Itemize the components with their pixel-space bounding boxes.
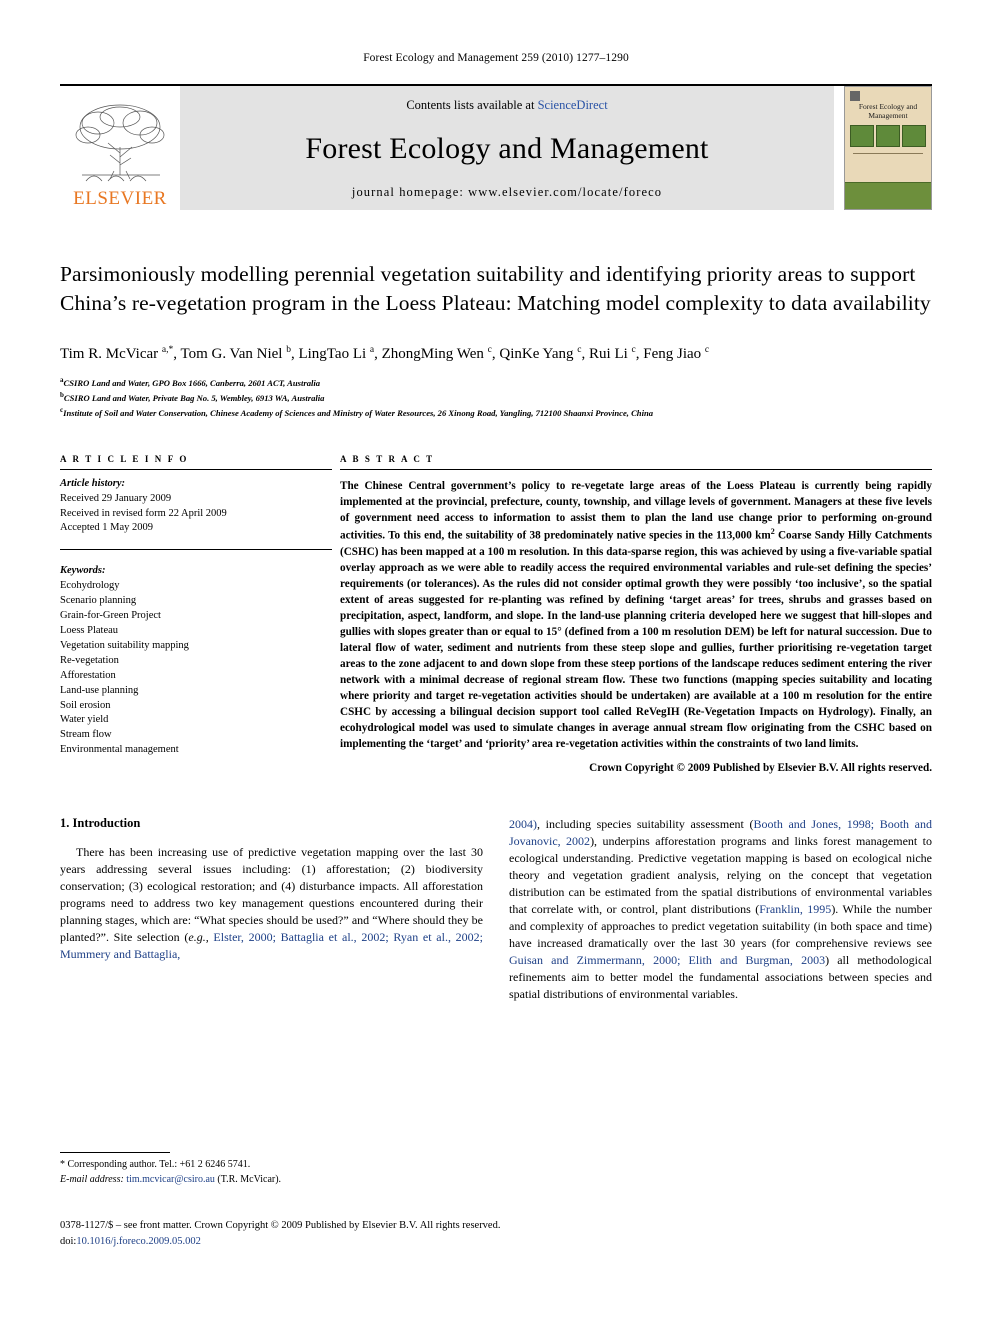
body-columns: 1. Introduction There has been increasin… (60, 816, 932, 1003)
affiliation-list: aCSIRO Land and Water, GPO Box 1666, Can… (60, 375, 932, 419)
cover-title: Forest Ecology and Management (858, 102, 918, 120)
page-title: Parsimoniously modelling perennial veget… (60, 262, 931, 316)
eg-abbrev: e.g., (188, 929, 209, 944)
doi-label: doi: (60, 1235, 77, 1247)
keyword-item: Grain-for-Green Project (60, 610, 161, 622)
keyword-item: Ecohydrology (60, 580, 120, 592)
intro-text-right-a: , including species suitability assessme… (537, 816, 754, 831)
keyword-item: Afforestation (60, 669, 116, 681)
journal-masthead: ELSEVIER Contents lists available at Sci… (60, 84, 932, 210)
running-head: Forest Ecology and Management 259 (2010)… (363, 52, 629, 64)
email-suffix: (T.R. McVicar). (214, 1173, 282, 1185)
affiliation-text: CSIRO Land and Water, Private Bag No. 5,… (63, 393, 325, 404)
keyword-item: Soil erosion (60, 699, 111, 711)
affiliation-text: Institute of Soil and Water Conservation… (63, 407, 654, 418)
keyword-item: Stream flow (60, 729, 112, 741)
sciencedirect-link[interactable]: ScienceDirect (538, 98, 608, 112)
journal-homepage-link[interactable]: journal homepage: www.elsevier.com/locat… (352, 185, 662, 200)
abstract-copyright: Crown Copyright © 2009 Published by Else… (589, 761, 932, 774)
section-heading-introduction: 1. Introduction (60, 815, 141, 830)
abstract-column: A B S T R A C T The Chinese Central gove… (340, 454, 932, 774)
affiliation-a: aCSIRO Land and Water, GPO Box 1666, Can… (60, 376, 321, 389)
abstract-part-2: Coarse Sandy Hilly Catchments (CSHC) has… (340, 529, 932, 750)
masthead-center: Contents lists available at ScienceDirec… (180, 86, 834, 210)
doi-link[interactable]: 10.1016/j.foreco.2009.05.002 (76, 1236, 201, 1247)
email-link[interactable]: tim.mcvicar@csiro.au (126, 1174, 215, 1185)
article-page: Forest Ecology and Management 259 (2010)… (0, 0, 992, 1323)
intro-paragraph-right: 2004), including species suitability ass… (509, 816, 932, 1003)
journal-cover-thumbnail: Forest Ecology and Management (844, 86, 932, 210)
front-matter-line: 0378-1127/$ – see front matter. Crown Co… (60, 1220, 501, 1231)
affiliation-text: CSIRO Land and Water, GPO Box 1666, Canb… (63, 378, 321, 389)
elsevier-tree-icon (75, 104, 165, 182)
cover-footer-band (845, 182, 931, 209)
keyword-item: Environmental management (60, 744, 179, 756)
article-history-block: Article history: Received 29 January 200… (60, 470, 332, 537)
contents-prefix: Contents lists available at (406, 98, 535, 112)
author-list: Tim R. McVicar a,*, Tom G. Van Niel b, L… (60, 345, 710, 363)
keyword-item: Land-use planning (60, 684, 139, 696)
keywords-inner: Keywords: Ecohydrology Scenario planning… (60, 557, 332, 758)
history-item: Received in revised form 22 April 2009 (60, 507, 227, 519)
footnote-block: * Corresponding author. Tel.: +61 2 6246… (60, 1152, 480, 1187)
body-column-right: 2004), including species suitability ass… (509, 816, 932, 1003)
cover-photo (876, 125, 900, 148)
history-item: Received 29 January 2009 (60, 492, 172, 504)
email-label: E-mail address: (60, 1173, 124, 1185)
cover-photo-strip (850, 125, 926, 148)
history-item: Accepted 1 May 2009 (60, 522, 154, 534)
email-note: E-mail address: tim.mcvicar@csiro.au (T.… (60, 1173, 480, 1188)
elsevier-wordmark: ELSEVIER (73, 188, 167, 209)
keyword-item: Scenario planning (60, 595, 137, 607)
abstract-label: A B S T R A C T (340, 453, 435, 464)
keyword-item: Vegetation suitability mapping (60, 639, 189, 651)
keywords-heading: Keywords: (60, 565, 106, 577)
elsevier-logo: ELSEVIER (60, 86, 180, 210)
info-abstract-region: A R T I C L E I N F O Article history: R… (60, 454, 932, 774)
keywords-block: Keywords: Ecohydrology Scenario planning… (60, 549, 332, 758)
doi-line: doi:10.1016/j.foreco.2009.05.002 (60, 1234, 620, 1250)
cover-divider (853, 153, 923, 155)
journal-title: Forest Ecology and Management (305, 132, 709, 165)
citation-link[interactable]: Franklin, 1995 (759, 902, 831, 916)
citation-link[interactable]: Guisan and Zimmermann, 2000; Elith and B… (509, 953, 825, 967)
cover-logo-icon (850, 91, 860, 101)
contents-available-line: Contents lists available at ScienceDirec… (406, 98, 607, 113)
keyword-item: Re-vegetation (60, 654, 119, 666)
affiliation-c: cInstitute of Soil and Water Conservatio… (60, 405, 654, 418)
affiliation-b: bCSIRO Land and Water, Private Bag No. 5… (60, 391, 325, 404)
body-column-left: 1. Introduction There has been increasin… (60, 816, 483, 1003)
article-info-label: A R T I C L E I N F O (60, 453, 189, 464)
keyword-item: Loess Plateau (60, 624, 119, 636)
footnote-rule (60, 1152, 170, 1153)
title-block: Parsimoniously modelling perennial veget… (60, 260, 932, 420)
cover-photo (902, 125, 926, 148)
cover-photo (850, 125, 874, 148)
article-history-heading: Article history: (60, 477, 126, 489)
intro-paragraph-left: There has been increasing use of predict… (60, 844, 483, 963)
citation-link[interactable]: 2004) (509, 817, 537, 831)
article-info-column: A R T I C L E I N F O Article history: R… (60, 454, 332, 774)
abstract-text: The Chinese Central government’s policy … (340, 470, 932, 752)
corresponding-author-note: * Corresponding author. Tel.: +61 2 6246… (60, 1159, 251, 1170)
imprint-block: 0378-1127/$ – see front matter. Crown Co… (60, 1218, 620, 1250)
keyword-item: Water yield (60, 714, 109, 726)
